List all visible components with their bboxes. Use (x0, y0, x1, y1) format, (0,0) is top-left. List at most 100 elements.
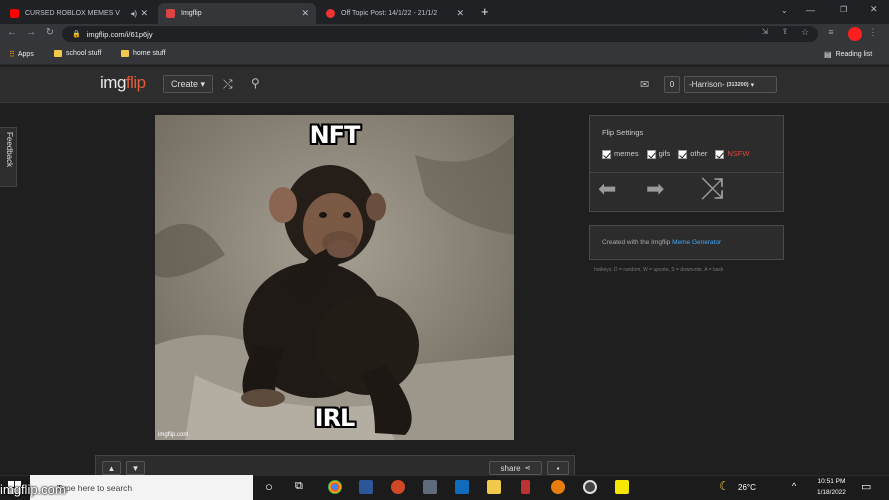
bookmark-school-stuff[interactable]: school stuff (54, 50, 101, 57)
tab-cursed-roblox[interactable]: CURSED ROBLOX MEMES V ◂) ✕ (2, 3, 155, 24)
bookmark-label: home stuff (133, 50, 166, 57)
tab-imgflip[interactable]: Imgflip ✕ (158, 3, 316, 24)
store-icon[interactable] (423, 480, 437, 494)
memes-checkbox[interactable]: memes (602, 149, 639, 159)
comment-icon[interactable]: ▪ (547, 461, 569, 475)
tray-chevron-icon[interactable]: ^ (792, 481, 796, 491)
close-tab-icon[interactable]: ✕ (456, 8, 464, 19)
menu-icon[interactable]: ⋮ (866, 27, 880, 38)
mail-icon[interactable]: ✉ (640, 78, 649, 91)
create-menu-button[interactable]: Create ▾ (163, 75, 213, 93)
address-bar[interactable]: 🔒 imgflip.com/i/61p6jy (62, 26, 818, 42)
meme-generator-link[interactable]: Meme Generator (672, 239, 721, 246)
close-window-icon[interactable]: ✕ (870, 4, 878, 15)
bookmark-label: Apps (17, 51, 34, 58)
tab-title: Imgflip (181, 10, 202, 17)
word-icon[interactable] (359, 480, 373, 494)
folder-icon (121, 50, 129, 57)
blender-icon[interactable] (551, 480, 565, 494)
nsfw-checkbox[interactable]: NSFW (715, 149, 749, 159)
meme-watermark: imgflip.com (158, 432, 189, 438)
meme-top-text: NFT (309, 121, 361, 149)
notification-count[interactable]: 0 (664, 76, 680, 93)
url-text: imgflip.com/i/61p6jy (86, 29, 153, 39)
install-icon[interactable]: ⇲ (758, 27, 772, 36)
pen-app-icon[interactable] (521, 480, 530, 494)
clock-time: 10:51 PM (817, 478, 846, 485)
feedback-tab[interactable]: Feedback (0, 127, 17, 187)
bookmark-home-stuff[interactable]: home stuff (121, 50, 166, 57)
clock[interactable]: 10:51 PM 1/18/2022 (817, 476, 846, 498)
checkbox-label: other (690, 149, 708, 158)
close-tab-icon[interactable]: ✕ (301, 8, 309, 19)
checkbox-label: gifs (658, 149, 671, 158)
share-label: share (500, 463, 521, 473)
search-placeholder: Type here to search (57, 482, 133, 493)
gifs-checkbox[interactable]: gifs (646, 149, 671, 159)
close-tab-icon[interactable]: ✕ (140, 8, 148, 19)
minimize-icon[interactable]: — (806, 5, 815, 15)
restore-icon[interactable]: ❐ (840, 5, 847, 14)
media-icon[interactable] (583, 480, 597, 494)
flip-settings-title: Flip Settings (602, 128, 644, 137)
hotkeys-hint: hotkeys: D = random, W = upvote, S = dow… (594, 267, 724, 273)
folder-icon (54, 50, 62, 57)
file-explorer-icon[interactable] (487, 480, 501, 494)
upvote-icon[interactable]: ▲ (102, 461, 121, 475)
clock-date: 1/18/2022 (817, 489, 846, 496)
bookmark-apps[interactable]: ⠿ Apps (9, 50, 34, 59)
logo-text: img (100, 73, 126, 92)
forward-arrow-icon[interactable]: ➡ (646, 178, 664, 200)
share-icon[interactable]: ⇪ (778, 27, 792, 36)
chimpanzee-photo (155, 115, 514, 440)
other-checkbox[interactable]: other (678, 149, 707, 159)
back-icon[interactable]: ← (5, 27, 19, 38)
bookmark-star-icon[interactable]: ☆ (798, 27, 812, 38)
forward-icon[interactable]: → (24, 27, 38, 38)
speaker-icon[interactable]: ◂) (130, 9, 137, 18)
checkbox-label: memes (614, 149, 639, 158)
task-view-icon[interactable]: ⧉ (295, 480, 303, 493)
apps-grid-icon: ⠿ (9, 50, 15, 59)
shuffle-icon[interactable]: ⤭ (223, 77, 233, 92)
reload-icon[interactable]: ↻ (43, 27, 57, 38)
random-shuffle-icon[interactable]: ⤨ (700, 174, 724, 204)
share-button[interactable]: share ⋖ (489, 461, 542, 475)
playlist-icon[interactable]: ≡ (824, 27, 838, 37)
lock-icon: 🔒 (72, 31, 81, 38)
chrome-icon[interactable] (328, 480, 342, 494)
user-menu-button[interactable]: -Harrison- (313200) ▾ (684, 76, 777, 93)
imgflip-logo[interactable]: imgflip (100, 73, 146, 93)
tab-title: Off Topic Post: 14/1/22 - 21/1/2 (341, 10, 438, 17)
cortana-icon[interactable]: ○ (265, 479, 273, 494)
logo-text-accent: flip (125, 73, 146, 92)
outlook-icon[interactable] (455, 480, 469, 494)
weather-moon-icon[interactable]: ☾ (719, 479, 730, 493)
downvote-icon[interactable]: ▼ (126, 461, 145, 475)
notifications-icon[interactable]: ▭ (861, 480, 871, 493)
powerpoint-icon[interactable] (391, 480, 405, 494)
meme-image[interactable]: NFT IRL imgflip.com (155, 115, 514, 440)
tab-search-icon[interactable]: ⌄ (781, 6, 788, 15)
back-arrow-icon[interactable]: ⬅ (598, 178, 616, 200)
created-with-panel: Created with the Imgflip Meme Generator (589, 225, 784, 260)
bookmark-label: school stuff (66, 50, 102, 57)
search-icon[interactable]: ⚲ (251, 76, 260, 90)
created-with-text: Created with the Imgflip (602, 239, 673, 246)
bookmarks-bar: ⠿ Apps school stuff home stuff ▤ Reading… (0, 44, 889, 65)
username: -Harrison- (689, 80, 725, 89)
profile-avatar[interactable] (848, 27, 862, 41)
checkbox-label: NSFW (727, 149, 750, 158)
reading-list-button[interactable]: ▤ Reading list (824, 50, 872, 59)
corner-watermark: imgflip.com (0, 482, 66, 497)
sticky-notes-icon[interactable] (615, 480, 629, 494)
new-tab-button[interactable]: + (481, 4, 489, 19)
chevron-down-icon: ▾ (750, 81, 755, 89)
tab-title: CURSED ROBLOX MEMES V (25, 10, 120, 17)
user-points: (313200) (726, 81, 749, 88)
weather-temp[interactable]: 26°C (738, 483, 756, 492)
youtube-icon (10, 9, 19, 18)
flip-settings-panel: Flip Settings memes gifs other NSFW ⬅ ➡ … (589, 115, 784, 212)
browser-toolbar: ← → ↻ 🔒 imgflip.com/i/61p6jy ⇲ ⇪ ☆ ≡ ⋮ (0, 24, 889, 44)
tab-off-topic[interactable]: Off Topic Post: 14/1/22 - 21/1/2 ✕ (318, 3, 471, 24)
